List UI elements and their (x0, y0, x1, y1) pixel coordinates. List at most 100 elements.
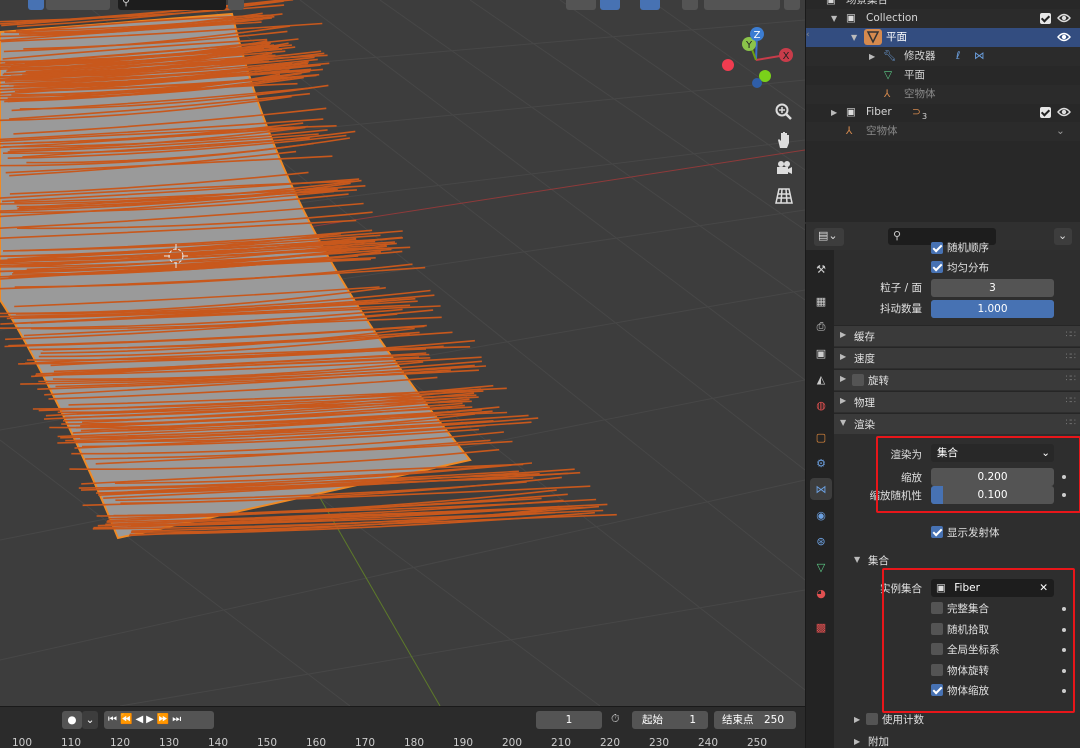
keyframe-dot[interactable] (1062, 607, 1066, 611)
object-scale-checkbox[interactable] (931, 684, 943, 696)
expand-arrow-icon[interactable]: ▶ (831, 103, 837, 122)
camera-view-button[interactable] (770, 154, 798, 182)
timeline[interactable]: ● ⌄ ⏮⏪◀▶⏩⏭ 1 ⏱ 起始 1 结束点 250 100 110 120 130… (0, 706, 805, 748)
3d-viewport[interactable]: ⚲ X Y Z (0, 0, 805, 706)
expand-arrow-icon[interactable]: ▶ (854, 715, 860, 724)
dropdown-button[interactable] (228, 0, 244, 10)
zoom-button[interactable] (770, 98, 798, 126)
particles-per-face-field[interactable]: 3 (931, 279, 1054, 297)
editor-type-button[interactable]: ▤⌄ (814, 228, 844, 246)
properties-editor[interactable]: ▤⌄ ⚲ ⌄ ⚒ ▦ ⎙ ▣ ◭ ◍ ▢ ⚙ ⋈ ◉ ⊛ ▽ ◕ ▩ 随机顺序 … (805, 224, 1080, 748)
tab-modifiers[interactable]: ⚙ (810, 452, 832, 474)
options-dropdown[interactable]: ⌄ (1054, 228, 1072, 245)
expand-arrow-icon[interactable]: ▶ (854, 737, 860, 746)
keyframe-dot[interactable] (1062, 669, 1066, 673)
global-coordinates-checkbox[interactable] (931, 643, 943, 655)
rotation-checkbox[interactable] (852, 374, 864, 386)
drag-grip-icon[interactable]: ∷∷ (1066, 374, 1077, 384)
outliner-collection[interactable]: ▼ ▣ Collection (806, 9, 1080, 28)
current-frame-field[interactable]: 1 (536, 711, 602, 729)
tab-tool[interactable]: ⚒ (810, 258, 832, 280)
collapse-arrow-icon[interactable]: ‹ (806, 30, 810, 40)
panel-rotation[interactable]: ▶ 旋转 ∷∷ (834, 369, 1080, 390)
pan-button[interactable] (770, 126, 798, 154)
overlay-toggle-button[interactable] (640, 0, 660, 10)
eye-icon[interactable] (1057, 12, 1071, 24)
tab-render[interactable]: ▦ (810, 290, 832, 312)
even-distribution-checkbox[interactable] (931, 261, 943, 273)
keyframe-dot[interactable] (1062, 628, 1066, 632)
neg-z-handle[interactable] (752, 78, 762, 88)
viewport-search[interactable]: ⚲ (118, 0, 226, 10)
scene-canvas[interactable] (0, 0, 805, 706)
gizmo-toggle-button[interactable] (600, 0, 620, 10)
plane-object[interactable] (0, 12, 472, 540)
tab-physics[interactable]: ◉ (810, 504, 832, 526)
keying-dropdown[interactable]: ⌄ (82, 711, 98, 729)
eye-icon[interactable] (1057, 106, 1071, 118)
jitter-amount-field[interactable]: 1.000 (931, 300, 1054, 318)
keyframe-dot[interactable] (1062, 475, 1066, 479)
neg-x-handle[interactable] (722, 59, 734, 71)
tab-constraints[interactable]: ⊛ (810, 530, 832, 552)
outliner-mesh-data[interactable]: ▽ 平面 (806, 66, 1080, 85)
eye-icon[interactable] (1057, 31, 1071, 43)
outliner-plane-object[interactable]: ▼ 平面 (806, 28, 1080, 47)
shading-mode-buttons[interactable] (704, 0, 780, 10)
view-mode-buttons[interactable] (46, 0, 110, 10)
perspective-toggle-button[interactable] (770, 182, 798, 210)
keyframe-dot[interactable] (1062, 493, 1066, 497)
keyframe-dot[interactable] (1062, 689, 1066, 693)
tab-output[interactable]: ⎙ (810, 316, 832, 338)
keyframe-dot[interactable] (1062, 648, 1066, 652)
auto-keying-button[interactable]: ● (62, 711, 82, 729)
exclude-checkbox[interactable] (1040, 107, 1051, 118)
tab-object[interactable]: ▢ (810, 426, 832, 448)
outliner-modifiers[interactable]: ▶ 🔧︎ 修改器 ℓ ⋈ (806, 47, 1080, 66)
expand-arrow-icon[interactable]: ▼ (831, 9, 837, 28)
shading-dropdown[interactable] (784, 0, 800, 10)
render-as-dropdown[interactable]: 集合 ⌄ (931, 444, 1054, 462)
scale-field[interactable]: 0.200 (931, 468, 1054, 486)
select-mode-button[interactable] (28, 0, 44, 10)
outliner-fiber-collection[interactable]: ▶ ▣ Fiber ⊃ 3 (806, 103, 1080, 122)
drag-grip-icon[interactable]: ∷∷ (1066, 418, 1077, 428)
outliner-empty-object[interactable]: ⅄ 空物体 ⌄ (806, 122, 1080, 141)
exclude-checkbox[interactable] (1040, 13, 1051, 24)
tab-data[interactable]: ▽ (810, 556, 832, 578)
drag-grip-icon[interactable]: ∷∷ (1066, 330, 1077, 340)
start-frame-field[interactable]: 起始 1 (632, 711, 708, 729)
pick-random-checkbox[interactable] (931, 623, 943, 635)
random-order-checkbox[interactable] (931, 242, 943, 254)
navigation-gizmo[interactable]: X Y Z (716, 24, 800, 96)
show-emitter-checkbox[interactable] (931, 526, 943, 538)
tab-texture[interactable]: ▩ (810, 616, 832, 638)
panel-cache[interactable]: ▶ 缓存 ∷∷ (834, 325, 1080, 346)
stopwatch-icon[interactable]: ⏱ (611, 712, 620, 726)
close-icon[interactable]: ✕ (1039, 579, 1048, 597)
expand-arrow-icon[interactable]: ▼ (851, 28, 857, 47)
use-count-checkbox[interactable] (866, 713, 878, 725)
drag-grip-icon[interactable]: ∷∷ (1066, 396, 1077, 406)
panel-physics[interactable]: ▶ 物理 ∷∷ (834, 391, 1080, 412)
outliner[interactable]: ▣ 场景集合 ▼ ▣ Collection ▼ 平面 ▶ 🔧︎ 修改器 ℓ ⋈ … (805, 0, 1080, 222)
tab-material[interactable]: ◕ (810, 582, 832, 604)
playback-controls[interactable]: ⏮⏪◀▶⏩⏭ (104, 711, 214, 729)
xray-button[interactable] (682, 0, 698, 10)
panel-render[interactable]: ▼ 渲染 ∷∷ (834, 413, 1080, 434)
expand-arrow-icon[interactable]: ▶ (869, 47, 875, 66)
tab-view-layer[interactable]: ▣ (810, 342, 832, 364)
view-options-button[interactable] (566, 0, 596, 10)
drag-grip-icon[interactable]: ∷∷ (1066, 352, 1077, 362)
chevron-down-icon[interactable]: ⌄ (1056, 122, 1065, 141)
tab-world[interactable]: ◍ (810, 394, 832, 416)
end-frame-field[interactable]: 结束点 250 (714, 711, 796, 729)
instance-collection-field[interactable]: ▣ Fiber ✕ (931, 579, 1054, 597)
object-rotation-checkbox[interactable] (931, 664, 943, 676)
tab-scene[interactable]: ◭ (810, 368, 832, 390)
scale-randomness-field[interactable]: 0.100 (931, 486, 1054, 504)
expand-arrow-icon[interactable]: ▼ (854, 555, 860, 564)
tab-particles[interactable]: ⋈ (810, 478, 832, 500)
panel-velocity[interactable]: ▶ 速度 ∷∷ (834, 347, 1080, 368)
whole-collection-checkbox[interactable] (931, 602, 943, 614)
